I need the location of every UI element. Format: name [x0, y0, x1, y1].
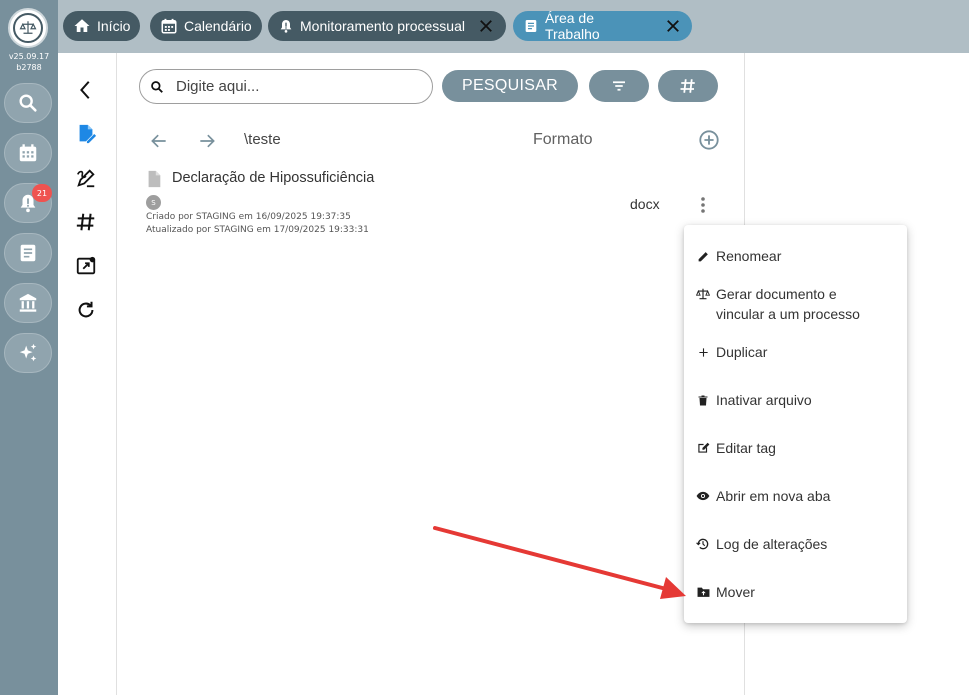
filter-icon [613, 81, 625, 91]
tab-monitoramento-label: Monitoramento processual [300, 18, 465, 34]
hash-icon[interactable] [74, 210, 98, 234]
calendar-icon [19, 144, 37, 162]
calendar-icon [161, 18, 177, 34]
eye-icon [696, 486, 710, 506]
version-label: v25.09.17 [8, 52, 50, 61]
avatar: S [146, 195, 161, 210]
rail-search-button[interactable] [4, 83, 52, 123]
app-logo[interactable] [8, 8, 48, 48]
menu-item-editar-tag[interactable]: Editar tag [696, 438, 776, 458]
search-input[interactable] [176, 78, 406, 95]
menu-item-mover[interactable]: Mover [696, 582, 755, 602]
scale-logo-icon [13, 13, 43, 43]
top-tab-bar: Início Calendário Monitoramento processu… [58, 0, 969, 53]
bell-icon [280, 20, 292, 33]
menu-item-abrir-nova-aba[interactable]: Abrir em nova aba [696, 486, 830, 506]
file-icon [146, 170, 162, 188]
created-info: Criado por STAGING em 16/09/2025 19:37:3… [146, 212, 351, 222]
document-icon [525, 20, 537, 32]
menu-item-label-line2: vincular a um processo [716, 306, 860, 322]
annotation-arrow [433, 526, 686, 599]
hash-icon [680, 79, 695, 93]
edit-document-icon[interactable] [74, 122, 98, 146]
build-label: b2788 [16, 63, 42, 72]
menu-item-label: Duplicar [716, 344, 768, 360]
tab-area-label: Área de Trabalho [544, 10, 600, 42]
sparkles-icon [19, 343, 37, 362]
rail-calendar-button[interactable] [4, 133, 52, 173]
tab-monitoramento[interactable]: Monitoramento processual [268, 11, 506, 41]
search-button[interactable]: PESQUISAR [442, 70, 578, 102]
pencil-icon [696, 246, 710, 266]
menu-item-gerar-documento[interactable]: Gerar documento e vincular a um processo [696, 284, 860, 324]
file-name[interactable]: Declaração de Hipossuficiência [172, 170, 374, 186]
workspace-sidebar [58, 53, 117, 695]
menu-item-label: Editar tag [716, 440, 776, 456]
tag-filter-button[interactable] [658, 70, 718, 102]
bank-icon [19, 293, 37, 312]
search-icon [19, 94, 37, 112]
menu-item-label: Mover [716, 584, 755, 600]
document-icon [20, 244, 36, 262]
more-options-icon[interactable] [693, 194, 713, 216]
refresh-icon[interactable] [74, 298, 98, 322]
notification-badge: 21 [32, 184, 52, 202]
menu-item-duplicar[interactable]: Duplicar [696, 342, 767, 362]
menu-item-label: Inativar arquivo [716, 392, 812, 408]
tab-inicio-label: Início [97, 18, 131, 34]
menu-item-log[interactable]: Log de alterações [696, 534, 827, 554]
menu-item-label: Log de alterações [716, 536, 828, 552]
close-icon[interactable] [477, 17, 495, 35]
rail-documents-button[interactable] [4, 233, 52, 273]
menu-item-label: Gerar documento e [716, 286, 837, 302]
menu-item-label: Abrir em nova aba [716, 488, 831, 504]
menu-item-inativar[interactable]: Inativar arquivo [696, 390, 812, 410]
filter-button[interactable] [589, 70, 649, 102]
add-circle-icon[interactable] [697, 128, 721, 152]
history-icon [696, 534, 710, 554]
edit-square-icon [696, 438, 710, 458]
left-rail: v25.09.17 b2788 21 [0, 0, 58, 695]
tab-area-de-trabalho[interactable]: Área de Trabalho [513, 10, 692, 42]
current-path: \teste [244, 131, 281, 148]
menu-item-renomear[interactable]: Renomear [696, 246, 781, 266]
forward-arrow-icon[interactable] [196, 130, 218, 152]
rail-ai-button[interactable] [4, 333, 52, 373]
tab-calendario[interactable]: Calendário [150, 11, 262, 41]
menu-item-label: Renomear [716, 248, 782, 264]
chevron-left-icon[interactable] [74, 78, 98, 102]
search-box [139, 69, 433, 104]
open-external-icon[interactable] [74, 254, 98, 278]
back-arrow-icon[interactable] [148, 130, 170, 152]
updated-info: Atualizado por STAGING em 17/09/2025 19:… [146, 225, 369, 235]
home-icon [74, 19, 90, 32]
draw-icon[interactable] [74, 166, 98, 190]
move-folder-icon [696, 582, 710, 602]
tab-inicio[interactable]: Início [63, 11, 141, 41]
search-icon [151, 80, 163, 93]
format-column-header: Formato [533, 131, 593, 148]
trash-icon [696, 390, 710, 410]
rail-institution-button[interactable] [4, 283, 52, 323]
file-format: docx [630, 196, 660, 212]
close-icon[interactable] [664, 17, 682, 35]
file-context-menu: Renomear Gerar documento e vincular a um… [684, 225, 907, 623]
plus-icon [696, 342, 710, 362]
tab-calendario-label: Calendário [184, 18, 252, 34]
scale-icon [696, 284, 710, 304]
